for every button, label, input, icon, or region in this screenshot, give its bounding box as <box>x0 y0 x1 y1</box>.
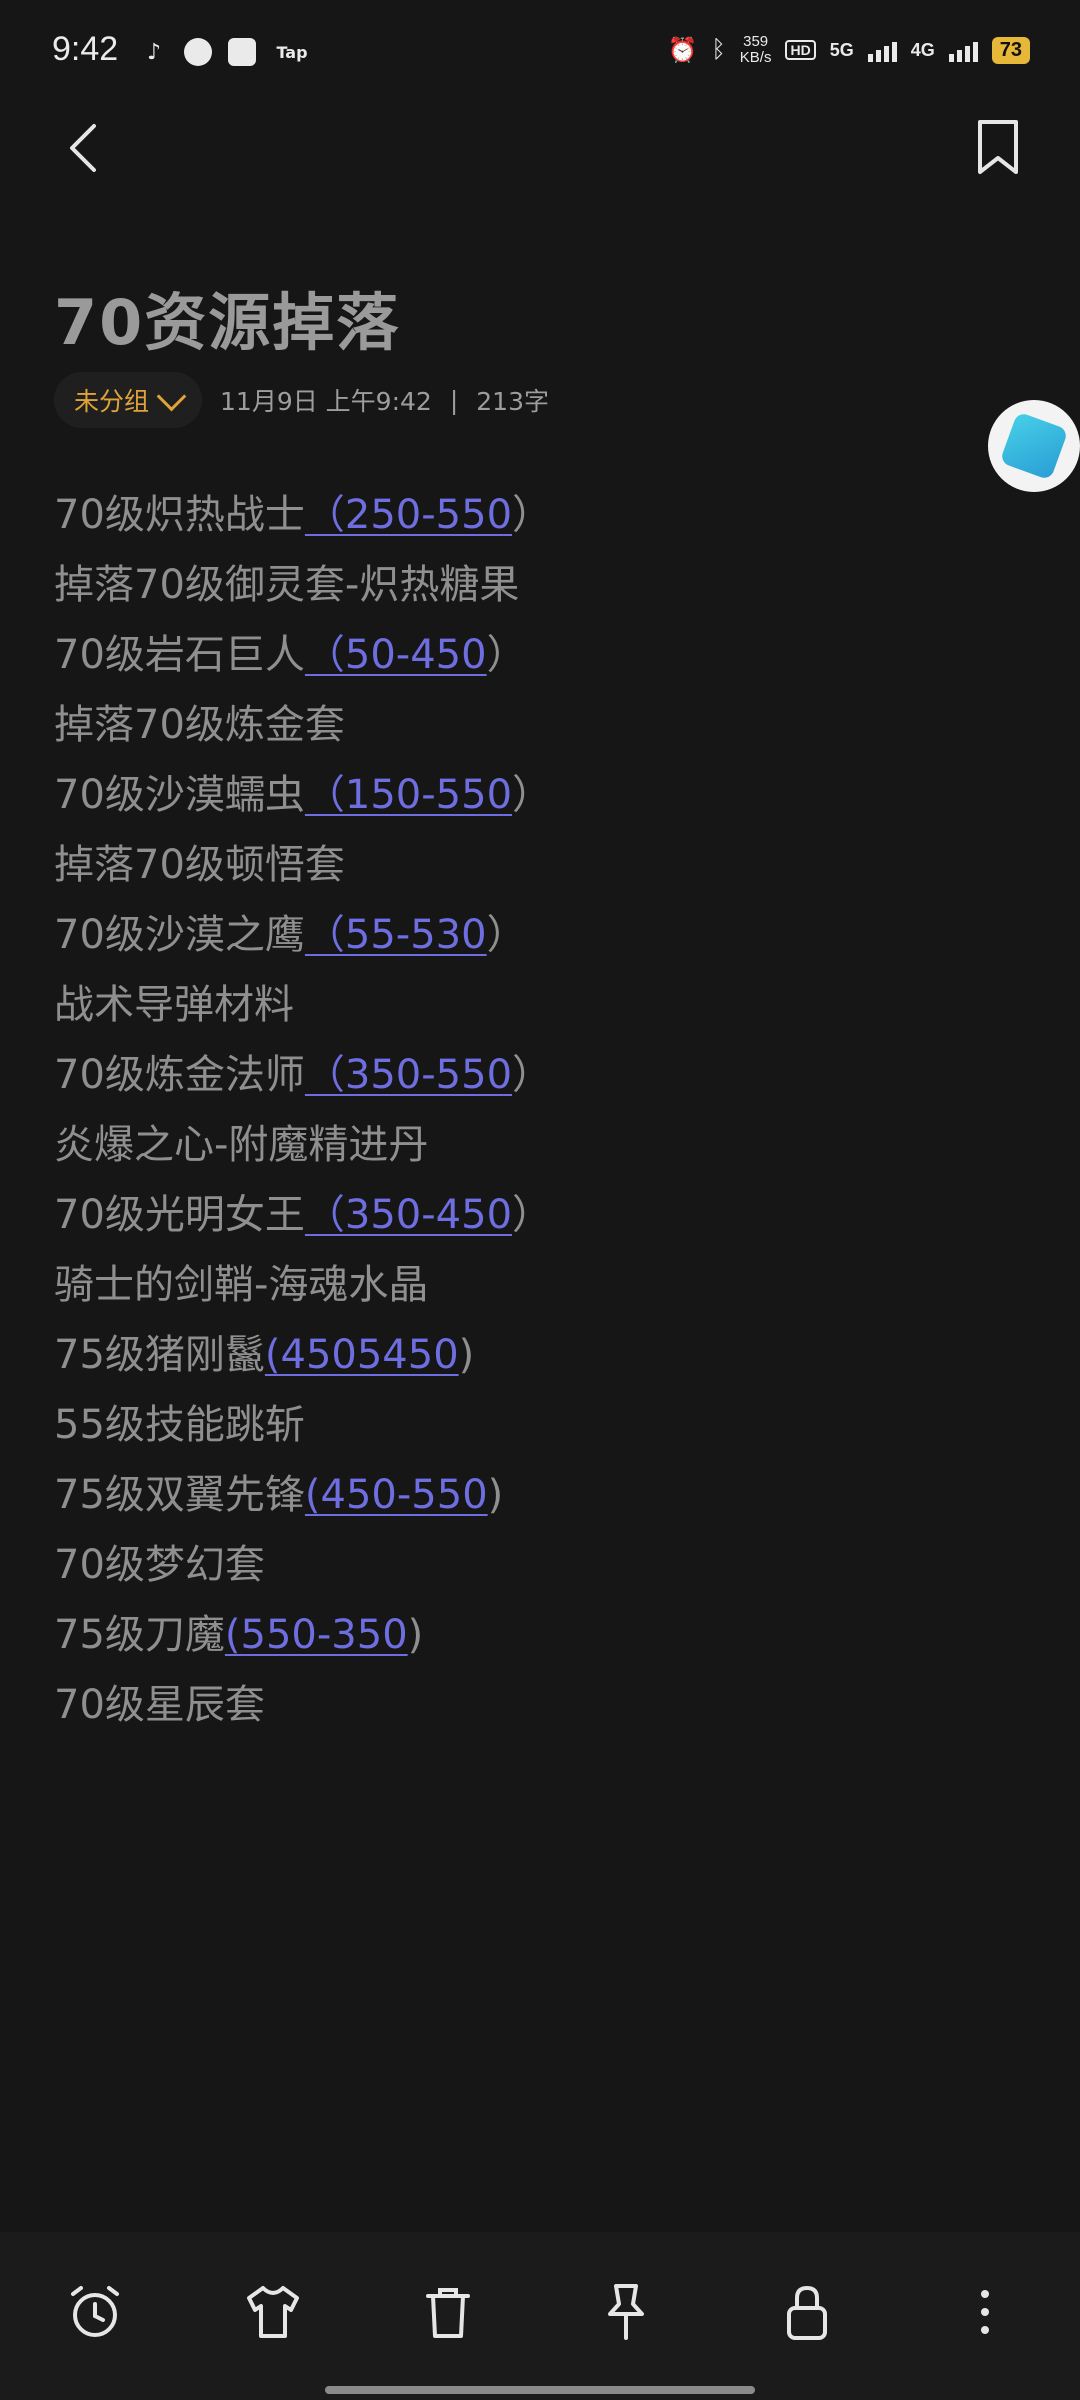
status-right: ⏰ ᛒ 359 KB/s HD 5G 4G 73 <box>667 34 1030 66</box>
back-button[interactable] <box>60 118 110 178</box>
delete-button[interactable] <box>408 2272 488 2352</box>
pin-icon <box>608 2284 644 2340</box>
more-icon <box>981 2290 989 2334</box>
note-line: 70级光明女王（350-450） <box>54 1192 553 1238</box>
shirt-icon <box>247 2286 299 2338</box>
alarm-icon <box>71 2286 119 2337</box>
network-speed: 359 KB/s <box>740 34 772 66</box>
bookmark-button[interactable] <box>974 118 1022 178</box>
note-line: 75级双翼先锋(450-550) <box>54 1472 504 1518</box>
network-4g-label: 4G <box>910 39 935 60</box>
speed-value: 359 <box>743 33 769 50</box>
bookmark-icon <box>978 120 1018 174</box>
note-line: 55级技能跳斩 <box>54 1402 305 1448</box>
status-bar: 9:42 ♪ Tap ⏰ ᛒ 359 KB/s HD 5G 4G 73 <box>0 0 1080 110</box>
group-label: 未分组 <box>74 387 150 416</box>
hd-icon: HD <box>785 40 816 60</box>
note-line: 掉落70级炼金套 <box>54 702 345 748</box>
signal-bars-1-icon <box>867 38 897 62</box>
note-line: 掉落70级御灵套-炽热糖果 <box>54 562 520 608</box>
note-line: 75级猪刚鬣(4505450) <box>54 1332 475 1378</box>
status-time: 9:42 <box>52 30 119 68</box>
music-note-icon: ♪ <box>146 39 162 65</box>
note-line: 70级沙漠之鹰（55-530） <box>54 912 527 958</box>
signal-bars-2-icon <box>948 38 978 62</box>
note-link[interactable]: （150-550 <box>305 772 512 818</box>
note-line: 掉落70级顿悟套 <box>54 842 345 888</box>
alarm-status-icon: ⏰ <box>667 36 698 64</box>
note-line: 70级梦幻套 <box>54 1542 265 1588</box>
note-meta: 未分组 11月9日 上午9:42 | 213字 <box>54 372 549 428</box>
note-line: 70级炽热战士（250-550） <box>54 492 553 538</box>
cube-app-icon <box>999 411 1069 481</box>
chevron-left-icon <box>70 124 96 172</box>
note-link[interactable]: (4505450 <box>265 1332 459 1378</box>
network-5g-label: 5G <box>829 39 854 60</box>
notification-icons: ♪ Tap <box>140 38 312 66</box>
reminder-button[interactable] <box>55 2272 135 2352</box>
lock-icon <box>787 2285 827 2340</box>
note-link[interactable]: （50-450 <box>305 632 487 678</box>
note-date: 11月9日 上午9:42 <box>220 387 432 416</box>
group-selector[interactable]: 未分组 <box>54 372 203 428</box>
note-line: 炎爆之心-附魔精进丹 <box>54 1122 429 1168</box>
pin-button[interactable] <box>586 2272 666 2352</box>
note-link[interactable]: （350-450 <box>305 1192 512 1238</box>
note-line: 70级沙漠蠕虫（150-550） <box>54 772 553 818</box>
note-line: 战术导弹材料 <box>54 982 294 1028</box>
note-title[interactable]: 70资源掉落 <box>54 272 400 362</box>
note-line: 70级岩石巨人（50-450） <box>54 632 527 678</box>
word-count: 213字 <box>476 387 549 416</box>
note-body[interactable]: 70级炽热战士（250-550） 掉落70级御灵套-炽热糖果 70级岩石巨人（5… <box>54 480 1034 1740</box>
note-line: 70级星辰套 <box>54 1682 265 1728</box>
note-line: 70级炼金法师（350-550） <box>54 1052 553 1098</box>
note-link[interactable]: （350-550 <box>305 1052 512 1098</box>
chevron-down-icon <box>156 381 187 411</box>
battery-indicator: 73 <box>991 36 1030 64</box>
note-link[interactable]: （55-530 <box>305 912 487 958</box>
bottom-toolbar <box>0 2232 1080 2400</box>
trash-icon <box>426 2288 470 2338</box>
note-line: 75级刀魔(550-350) <box>54 1612 424 1658</box>
app-notification-icon <box>184 38 212 66</box>
note-link[interactable]: (550-350 <box>225 1612 408 1658</box>
tap-app-icon: Tap <box>276 42 308 62</box>
floating-assistant-button[interactable] <box>988 400 1080 492</box>
note-line: 骑士的剑鞘-海魂水晶 <box>54 1262 429 1308</box>
home-indicator[interactable] <box>325 2386 755 2394</box>
more-button[interactable] <box>945 2272 1025 2352</box>
lock-button[interactable] <box>767 2272 847 2352</box>
speed-unit: KB/s <box>739 49 772 66</box>
note-link[interactable]: (450-550 <box>305 1472 488 1518</box>
meta-separator: | <box>449 385 459 415</box>
note-link[interactable]: （250-550 <box>305 492 512 538</box>
bluetooth-icon: ᛒ <box>711 36 726 63</box>
app-notification-icon-2 <box>228 38 256 66</box>
theme-button[interactable] <box>233 2272 313 2352</box>
